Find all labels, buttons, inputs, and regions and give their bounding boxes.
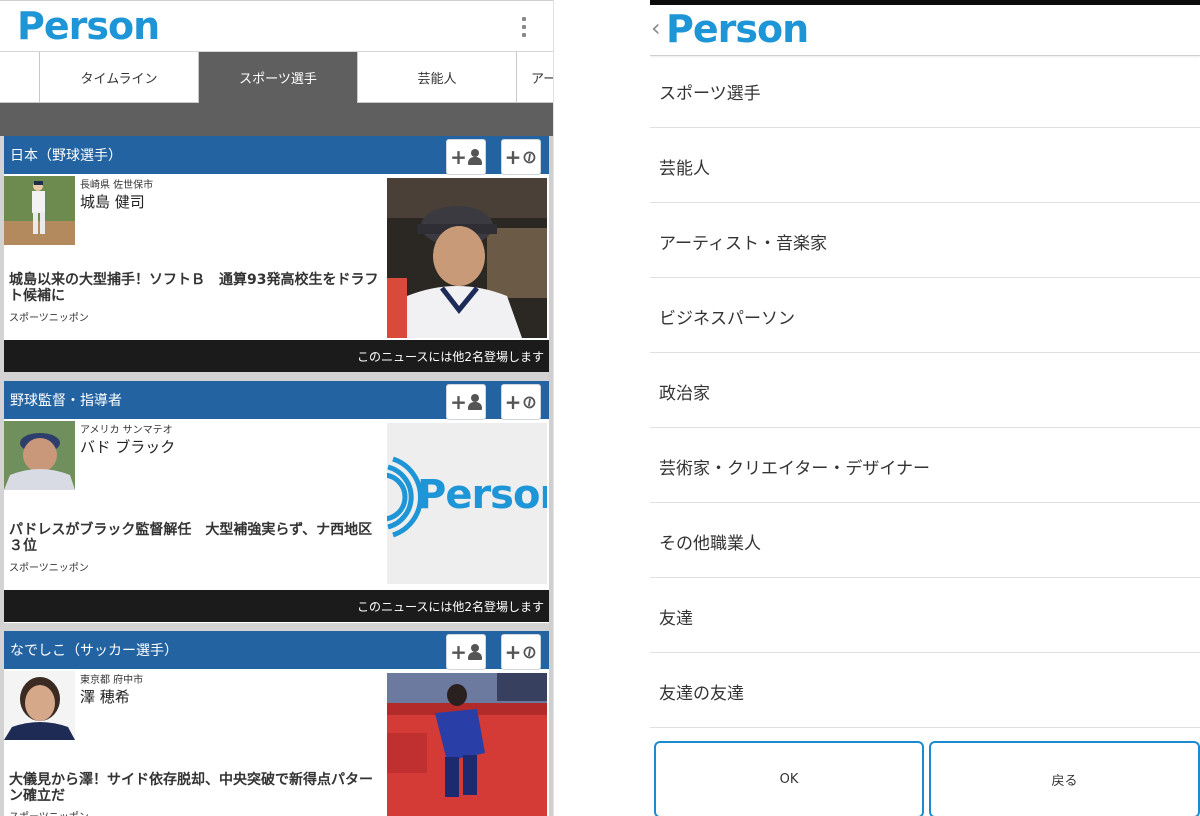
news-card[interactable]: なでしこ（サッカー選手） + + ⊘ 東京都 府中市 澤 穂希 大儀見から澤！サ…	[4, 631, 549, 816]
follow-person-button[interactable]: +	[446, 384, 486, 420]
person-thumbnail[interactable]	[4, 176, 75, 245]
news-photo[interactable]	[387, 673, 547, 816]
news-photo-placeholder[interactable]: Person	[387, 423, 547, 584]
card-category: 日本（野球選手）	[10, 148, 122, 164]
menu-item-artists-musicians[interactable]: アーティスト・音楽家	[650, 203, 1200, 278]
paperclip-icon: ⊘	[517, 144, 543, 170]
menu-item-label: 友達	[659, 609, 693, 629]
category-tab-bar: タイムライン スポーツ選手 芸能人 アー	[0, 52, 553, 103]
person-icon	[467, 149, 482, 165]
app-header: ‹ Person	[650, 5, 1200, 56]
app-header: Person	[0, 0, 553, 52]
news-card[interactable]: 野球監督・指導者 + + ⊘ アメリカ サンマテオ バド ブラック パドレスがブ…	[4, 381, 549, 623]
paperclip-icon: ⊘	[517, 639, 543, 665]
menu-item-label: 芸術家・クリエイター・デザイナー	[659, 459, 930, 479]
person-location: 長崎県 佐世保市	[80, 180, 154, 191]
plus-icon: +	[504, 640, 522, 664]
left-screen: Person タイムライン スポーツ選手 芸能人 アー 日本（野球選手） + +…	[0, 0, 554, 816]
news-headline[interactable]: パドレスがブラック監督解任 大型補強実らず、ナ西地区３位	[9, 522, 384, 554]
tab-artists[interactable]: アー	[516, 52, 553, 103]
menu-item-label: 友達の友達	[659, 684, 744, 704]
tab-indicator-strip	[0, 103, 553, 136]
plus-icon: +	[504, 390, 522, 414]
person-location: アメリカ サンマテオ	[80, 425, 173, 436]
menu-item-politicians[interactable]: 政治家	[650, 353, 1200, 428]
back-button[interactable]: 戻る	[929, 741, 1200, 816]
menu-item-business[interactable]: ビジネスパーソン	[650, 278, 1200, 353]
paperclip-icon: ⊘	[517, 389, 543, 415]
more-people-bar[interactable]: このニュースには他2名登場します	[4, 590, 549, 622]
person-name[interactable]: 城島 健司	[80, 191, 145, 212]
menu-item-label: スポーツ選手	[659, 84, 761, 104]
app-logo: Person	[17, 4, 160, 48]
card-category: なでしこ（サッカー選手）	[10, 643, 178, 659]
tab-entertainers[interactable]: 芸能人	[357, 52, 516, 103]
plus-icon: +	[450, 145, 467, 169]
person-icon	[467, 394, 482, 410]
menu-item-entertainers[interactable]: 芸能人	[650, 128, 1200, 203]
menu-item-label: その他職業人	[659, 534, 761, 554]
menu-item-friends-of-friends[interactable]: 友達の友達	[650, 653, 1200, 728]
follow-person-button[interactable]: +	[446, 634, 486, 670]
menu-item-label: アーティスト・音楽家	[659, 234, 827, 254]
menu-item-label: ビジネスパーソン	[659, 309, 795, 329]
feed-scrollbar[interactable]	[549, 136, 553, 816]
more-people-bar[interactable]: このニュースには他2名登場します	[4, 340, 549, 372]
person-name[interactable]: 澤 穂希	[80, 686, 130, 707]
news-source: スポーツニッポン	[9, 313, 89, 324]
card-header: 日本（野球選手） + + ⊘	[4, 136, 549, 175]
overflow-menu-icon[interactable]	[514, 15, 534, 39]
clip-news-button[interactable]: + ⊘	[501, 634, 543, 670]
plus-icon: +	[504, 145, 522, 169]
follow-person-button[interactable]: +	[446, 139, 486, 175]
clip-news-button[interactable]: + ⊘	[501, 139, 543, 175]
person-location: 東京都 府中市	[80, 675, 144, 686]
card-header: なでしこ（サッカー選手） + + ⊘	[4, 631, 549, 670]
right-screen: ‹ Person スポーツ選手 芸能人 アーティスト・音楽家 ビジネスパーソン …	[650, 0, 1200, 816]
plus-icon: +	[450, 390, 467, 414]
news-card[interactable]: 日本（野球選手） + + ⊘ 長崎県 佐世保市 城島 健司 城島以来の大型捕手！…	[4, 136, 549, 372]
menu-item-label: 芸能人	[659, 159, 710, 179]
ok-button[interactable]: OK	[654, 741, 924, 816]
tab-previous[interactable]	[0, 52, 39, 103]
news-headline[interactable]: 大儀見から澤！サイド依存脱却、中央突破で新得点パターン確立だ	[9, 772, 384, 804]
menu-item-other-professions[interactable]: その他職業人	[650, 503, 1200, 578]
placeholder-logo: Person	[417, 472, 547, 518]
news-feed[interactable]: 日本（野球選手） + + ⊘ 長崎県 佐世保市 城島 健司 城島以来の大型捕手！…	[0, 136, 553, 816]
tab-sports[interactable]: スポーツ選手	[198, 52, 357, 103]
menu-item-label: 政治家	[659, 384, 710, 404]
person-thumbnail[interactable]	[4, 421, 75, 490]
news-headline[interactable]: 城島以来の大型捕手！ソフトＢ 通算93発高校生をドラフト候補に	[9, 272, 384, 304]
person-icon	[467, 644, 482, 660]
news-source: スポーツニッポン	[9, 808, 89, 816]
menu-item-creators[interactable]: 芸術家・クリエイター・デザイナー	[650, 428, 1200, 503]
news-photo[interactable]	[387, 178, 547, 338]
card-category: 野球監督・指導者	[10, 393, 122, 409]
person-thumbnail[interactable]	[4, 671, 75, 740]
back-chevron-icon[interactable]: ‹	[651, 14, 661, 42]
person-name[interactable]: バド ブラック	[80, 436, 175, 457]
clip-news-button[interactable]: + ⊘	[501, 384, 543, 420]
menu-item-sports[interactable]: スポーツ選手	[650, 53, 1200, 128]
card-header: 野球監督・指導者 + + ⊘	[4, 381, 549, 420]
plus-icon: +	[450, 640, 467, 664]
tab-timeline[interactable]: タイムライン	[39, 52, 198, 103]
app-logo: Person	[666, 7, 809, 51]
menu-item-friends[interactable]: 友達	[650, 578, 1200, 653]
news-source: スポーツニッポン	[9, 563, 89, 574]
